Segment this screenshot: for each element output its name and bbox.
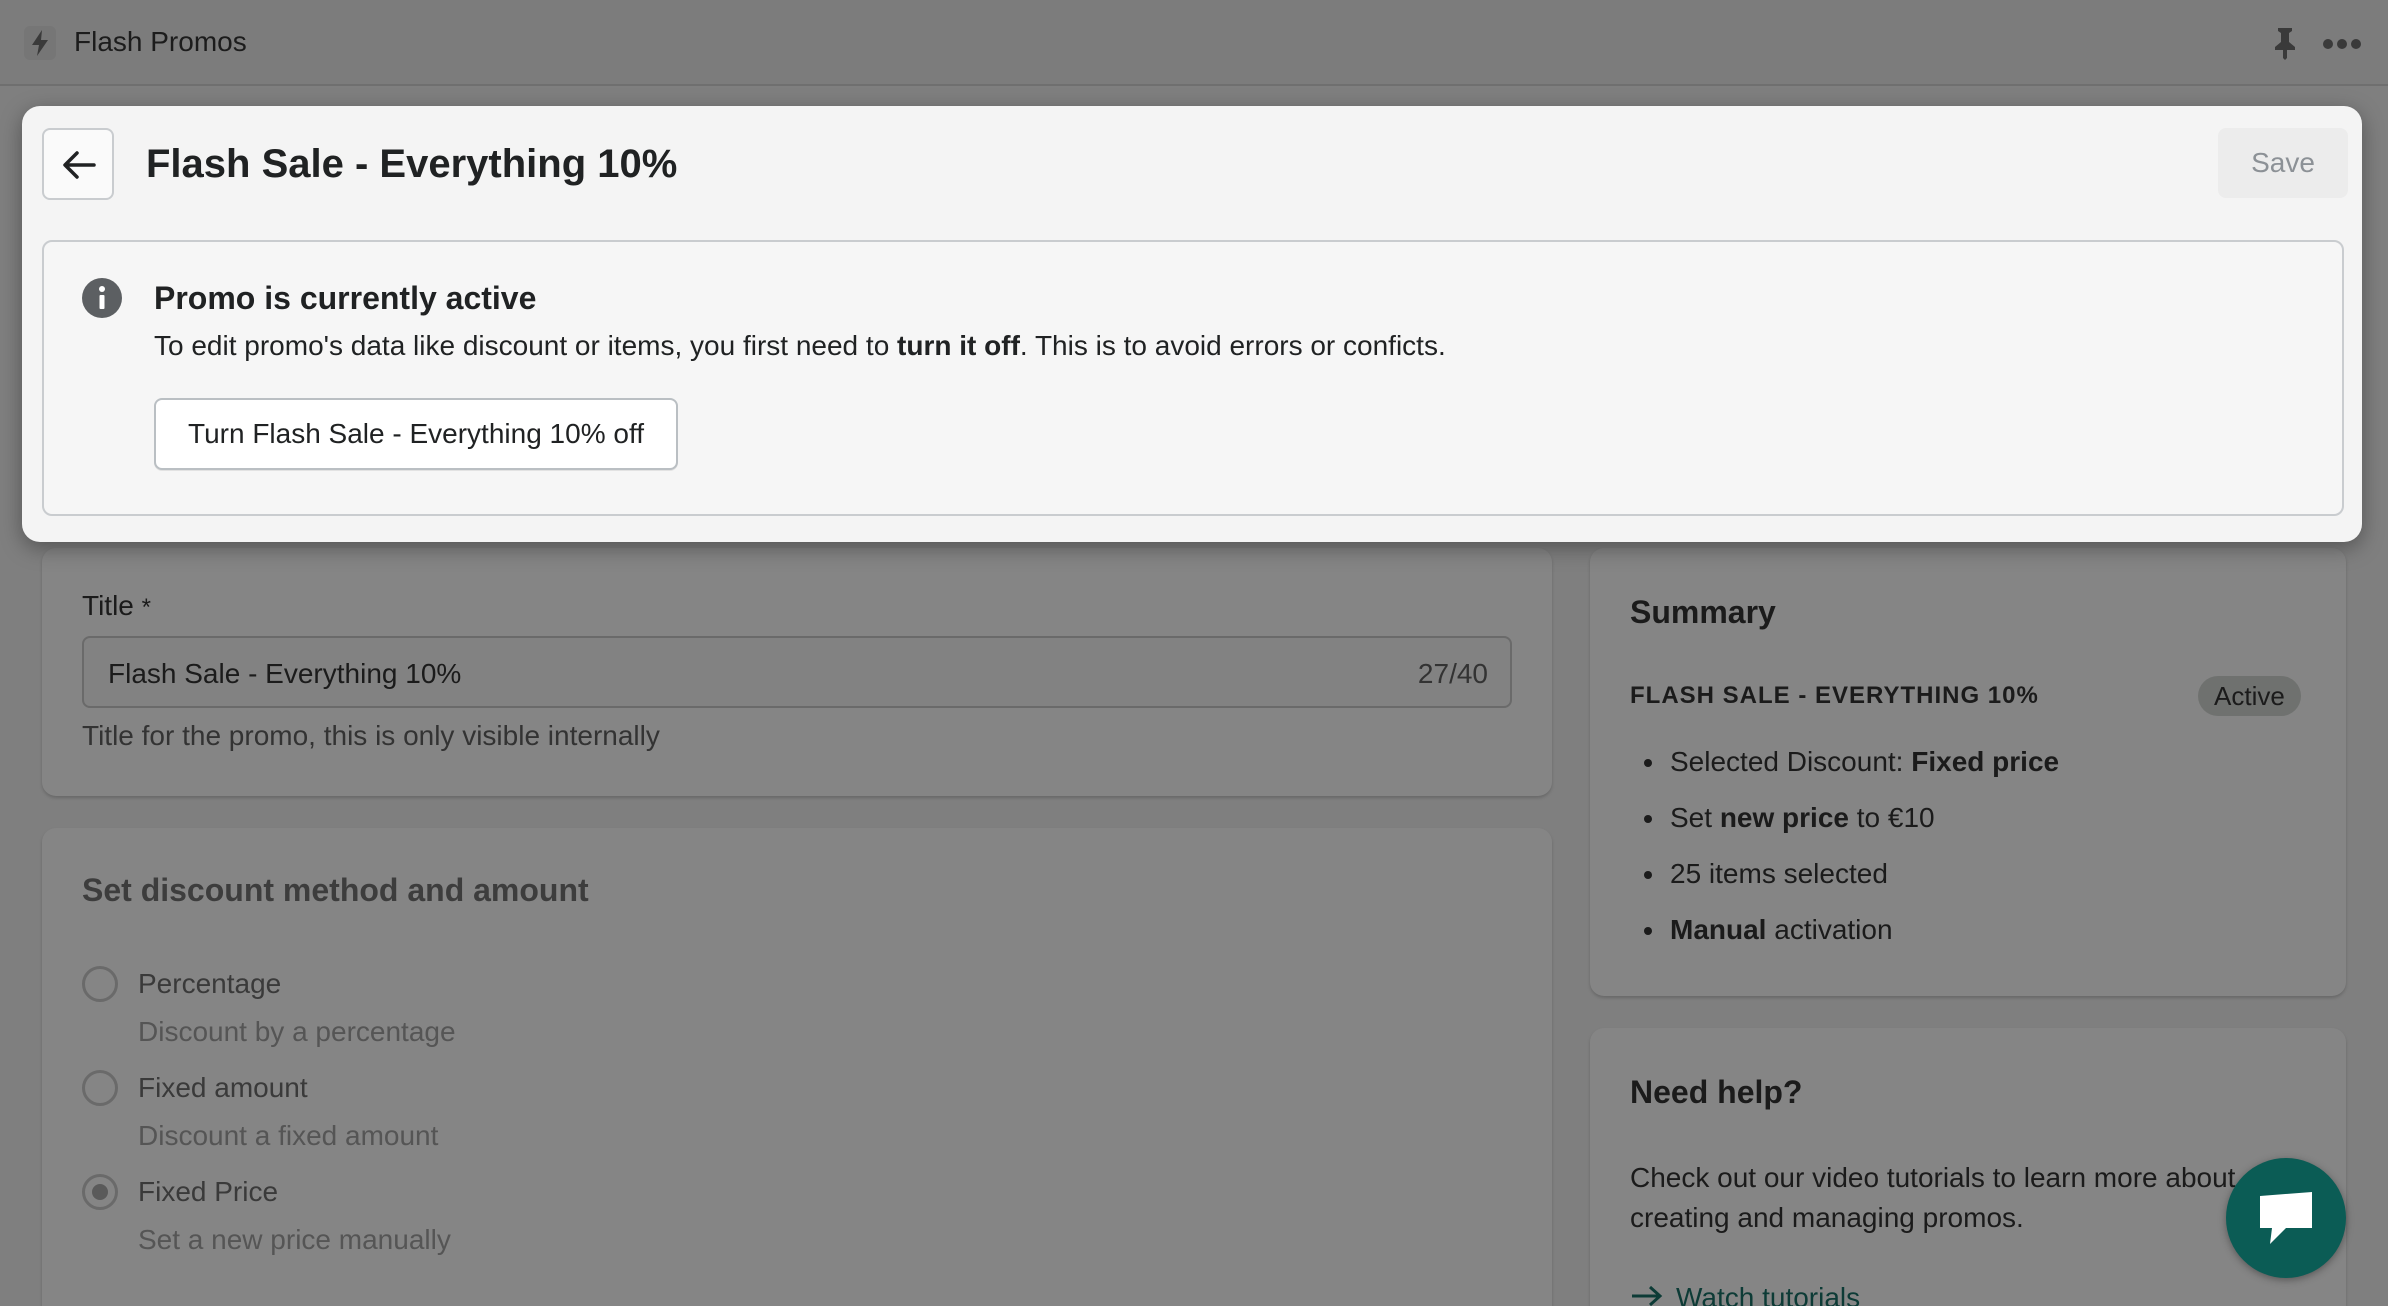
banner-heading: Promo is currently active — [154, 280, 537, 316]
lightning-icon — [24, 26, 56, 60]
page-title: Flash Sale - Everything 10% — [146, 142, 678, 186]
title-help-text: Title for the promo, this is only visibl… — [82, 720, 660, 751]
option-label-fixed-amount[interactable]: Fixed amount — [138, 1072, 308, 1104]
summary-item-activation: Manual activation — [1630, 902, 2059, 958]
radio-fixed-price[interactable] — [82, 1174, 118, 1210]
turn-off-promo-button[interactable]: Turn Flash Sale - Everything 10% off — [154, 398, 678, 470]
chat-bubble-icon — [2260, 1192, 2312, 1244]
help-heading: Need help? — [1630, 1074, 1803, 1110]
radio-fixed-amount[interactable] — [82, 1070, 118, 1106]
summary-heading: Summary — [1630, 594, 1776, 630]
option-desc-percentage: Discount by a percentage — [138, 1016, 456, 1047]
discount-section-heading: Set discount method and amount — [82, 872, 589, 908]
summary-card: Summary FLASH SALE - EVERYTHING 10% Acti… — [1590, 548, 2346, 996]
help-card: Need help? Check out our video tutorials… — [1590, 1028, 2346, 1306]
back-button[interactable] — [42, 128, 114, 200]
app-top-bar: Flash Promos — [0, 0, 2388, 86]
summary-item-items: 25 items selected — [1630, 846, 2059, 902]
summary-list: Selected Discount: Fixed price Set new p… — [1630, 734, 2059, 958]
summary-item-price: Set new price to €10 — [1630, 790, 2059, 846]
title-char-counter: 27/40 — [1417, 658, 1488, 689]
chat-support-button[interactable] — [2226, 1158, 2346, 1278]
info-icon — [82, 278, 122, 318]
option-label-fixed-price[interactable]: Fixed Price — [138, 1176, 278, 1208]
banner-text: To edit promo's data like discount or it… — [154, 330, 1446, 361]
watch-tutorials-link[interactable]: Watch tutorials — [1630, 1282, 1860, 1306]
discount-method-card: Set discount method and amount Percentag… — [42, 828, 1552, 1306]
active-promo-banner: Promo is currently active To edit promo'… — [42, 240, 2344, 516]
option-desc-fixed-amount: Discount a fixed amount — [138, 1120, 439, 1151]
help-text: Check out our video tutorials to learn m… — [1630, 1162, 2236, 1233]
summary-promo-name: FLASH SALE - EVERYTHING 10% — [1630, 682, 2039, 709]
arrow-left-icon — [63, 151, 96, 179]
title-card: Title * Flash Sale - Everything 10% 27/4… — [42, 548, 1552, 796]
save-button[interactable]: Save — [2218, 128, 2348, 198]
option-desc-fixed-price: Set a new price manually — [138, 1224, 451, 1255]
app-title: Flash Promos — [74, 26, 247, 57]
title-input[interactable]: Flash Sale - Everything 10% 27/40 — [82, 636, 1512, 708]
more-options-icon[interactable] — [2322, 38, 2362, 50]
option-label-percentage[interactable]: Percentage — [138, 968, 281, 1000]
promo-modal: Flash Sale - Everything 10% Save Promo i… — [22, 106, 2362, 542]
radio-percentage[interactable] — [82, 966, 118, 1002]
required-mark: * — [141, 594, 151, 621]
title-field-label: Title * — [82, 590, 151, 621]
title-input-value: Flash Sale - Everything 10% — [108, 658, 462, 689]
arrow-right-icon — [1630, 1282, 1664, 1306]
summary-item-discount: Selected Discount: Fixed price — [1630, 734, 2059, 790]
status-badge: Active — [2198, 676, 2301, 716]
pin-icon[interactable] — [2270, 26, 2300, 60]
